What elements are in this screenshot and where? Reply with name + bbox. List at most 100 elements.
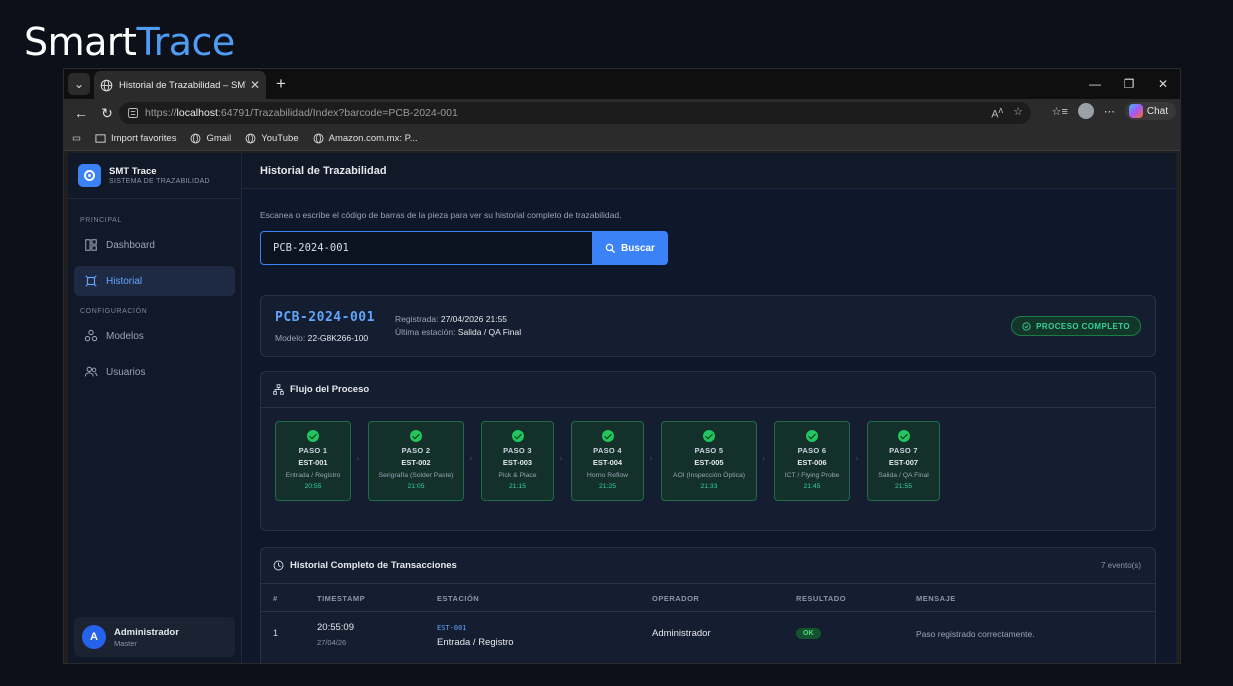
bookmark-import-favorites[interactable]: Import favorites (95, 133, 176, 144)
tab-actions-menu[interactable]: ⌄ (68, 73, 90, 95)
bookmarks-bar: ▭ Import favorites Gmail YouTube Amazon.… (64, 127, 1180, 151)
column-operator: OPERADOR (652, 594, 700, 603)
reading-list-icon[interactable]: ▭ (72, 133, 81, 144)
event-count: 7 evento(s) (1100, 561, 1141, 570)
table-row[interactable]: 1 20:55:09 27/04/26 EST-001 Entrada / Re… (261, 612, 1155, 656)
minimize-icon[interactable]: — (1078, 69, 1112, 99)
avatar: A (82, 625, 106, 649)
row-date: 27/04/26 (317, 638, 347, 647)
clock-icon (273, 560, 284, 571)
check-icon (307, 430, 319, 442)
read-aloud-icon[interactable]: Aʌ (991, 105, 1003, 121)
row-station-name: Entrada / Registro (437, 637, 514, 648)
intro-text: Escanea o escribe el código de barras de… (260, 210, 622, 220)
sidebar-item-label: Modelos (106, 330, 144, 342)
app-name: SMT Trace (109, 166, 157, 177)
search-icon (605, 243, 616, 253)
user-name: Administrador (114, 626, 179, 638)
column-message: MENSAJE (916, 594, 956, 603)
section-principal: PRINCIPAL (80, 217, 122, 224)
address-bar[interactable]: https://localhost:64791/Trazabilidad/Ind… (119, 102, 1031, 124)
copilot-icon (1128, 104, 1143, 118)
check-icon (601, 430, 614, 442)
history-header: Historial Completo de Transacciones (261, 548, 1155, 584)
tab-title: Historial de Trazabilidad – SMT Tra (119, 79, 246, 91)
chevron-right-icon: › (559, 453, 563, 464)
check-icon (897, 430, 910, 442)
sidebar-item-label: Usuarios (106, 366, 146, 378)
piece-summary-card: PCB-2024-001 Modelo: 22-G8K266-100 Regis… (260, 295, 1156, 357)
flow-step[interactable]: PASO 2 EST-002 Serigrafía (Solder Paste) 21… (368, 421, 464, 501)
row-message: Paso registrado correctamente. (916, 629, 1035, 639)
flow-step[interactable]: PASO 7 EST-007 Salida / QA Final 21:55 (867, 421, 940, 501)
copilot-chat-button[interactable]: Chat (1124, 102, 1176, 120)
globe-icon (245, 133, 256, 144)
transaction-history-card: Historial Completo de Transacciones 7 ev… (260, 547, 1156, 663)
app-viewport: SMT Trace SISTEMA DE TRAZABILIDAD PRINCI… (68, 153, 1176, 663)
flow-step[interactable]: PASO 6 EST-006 ICT / Flying Probe 21:45 (774, 421, 850, 501)
globe-icon (100, 79, 113, 91)
dashboard-icon (85, 239, 97, 251)
close-tab-icon[interactable]: ✕ (250, 78, 260, 92)
section-configuracion: CONFIGURACIÓN (80, 308, 148, 315)
check-circle-icon (1022, 321, 1031, 331)
close-window-icon[interactable]: ✕ (1146, 69, 1180, 99)
history-icon (85, 275, 97, 287)
last-station: Última estación: Salida / QA Final (395, 327, 522, 337)
browser-toolbar: ← ↻ https://localhost:64791/Trazabilidad… (64, 99, 1180, 127)
row-operator: Administrador (652, 628, 711, 639)
import-icon (95, 134, 106, 143)
barcode-search-input[interactable]: PCB-2024-001 (260, 231, 593, 265)
browser-tab[interactable]: Historial de Trazabilidad – SMT Tra ✕ (94, 71, 266, 99)
piece-barcode: PCB-2024-001 (275, 310, 375, 325)
chevron-right-icon: › (649, 453, 653, 464)
chevron-right-icon: › (356, 453, 360, 464)
check-icon (806, 430, 818, 442)
globe-icon (191, 133, 201, 144)
sidebar-item-modelos[interactable]: Modelos (74, 321, 235, 351)
bookmark-youtube[interactable]: YouTube (245, 133, 299, 144)
back-icon[interactable]: ← (68, 105, 94, 122)
bookmark-gmail[interactable]: Gmail (190, 133, 231, 144)
bookmark-amazon[interactable]: Amazon.com.mx: P... (313, 133, 418, 144)
app-subtitle: SISTEMA DE TRAZABILIDAD (109, 178, 210, 185)
more-menu-icon[interactable]: ⋯ (1104, 105, 1115, 118)
sidebar-item-label: Dashboard (106, 239, 155, 251)
chevron-right-icon: › (762, 453, 766, 464)
sidebar-item-historial[interactable]: Historial (74, 266, 235, 296)
favorite-star-icon[interactable]: ☆ (1013, 105, 1023, 121)
check-icon (703, 430, 715, 442)
sidebar-item-dashboard[interactable]: Dashboard (74, 230, 235, 260)
refresh-icon[interactable]: ↻ (94, 105, 120, 122)
sidebar-item-usuarios[interactable]: Usuarios (74, 357, 235, 387)
users-icon (84, 366, 98, 377)
check-icon (511, 430, 524, 442)
sidebar-item-label: Historial (106, 275, 143, 287)
browser-window: ⌄ Historial de Trazabilidad – SMT Tra ✕ … (63, 68, 1181, 664)
flow-step[interactable]: PASO 5 EST-005 AOI (Inspección Óptica) 21:3… (661, 421, 757, 501)
flow-step[interactable]: PASO 1 EST-001 Entrada / Registro 20:55 (275, 421, 351, 501)
chevron-right-icon: › (469, 453, 473, 464)
site-info-icon[interactable] (127, 107, 139, 119)
smarttrace-logo: SmartTrace (24, 20, 235, 64)
maximize-icon[interactable]: ❐ (1112, 69, 1146, 99)
piece-model: Modelo: 22-G8K266-100 (275, 333, 369, 343)
search-button[interactable]: Buscar (592, 231, 668, 265)
result-badge: OK (796, 628, 821, 639)
url-prefix: https:// (145, 107, 177, 119)
flow-step[interactable]: PASO 3 EST-003 Pick & Place 21:15 (481, 421, 554, 501)
new-tab-button[interactable]: + (276, 73, 286, 95)
chevron-right-icon: › (855, 453, 859, 464)
process-flow-header: Flujo del Proceso (261, 372, 1155, 408)
table-header: # TIMESTAMP ESTACIÓN OPERADOR RESULTADO … (261, 584, 1155, 612)
flow-step[interactable]: PASO 4 EST-004 Horno Reflow 21:25 (571, 421, 644, 501)
column-index: # (273, 594, 278, 603)
user-card[interactable]: A Administrador Master (74, 617, 235, 657)
column-result: RESULTADO (796, 594, 847, 603)
profile-avatar[interactable] (1077, 103, 1094, 119)
favorites-icon[interactable]: ☆≡ (1052, 105, 1068, 118)
row-index: 1 (273, 628, 279, 638)
flow-diagram-icon (273, 384, 284, 395)
user-role: Master (114, 638, 137, 648)
status-badge: PROCESO COMPLETO (1011, 316, 1141, 336)
